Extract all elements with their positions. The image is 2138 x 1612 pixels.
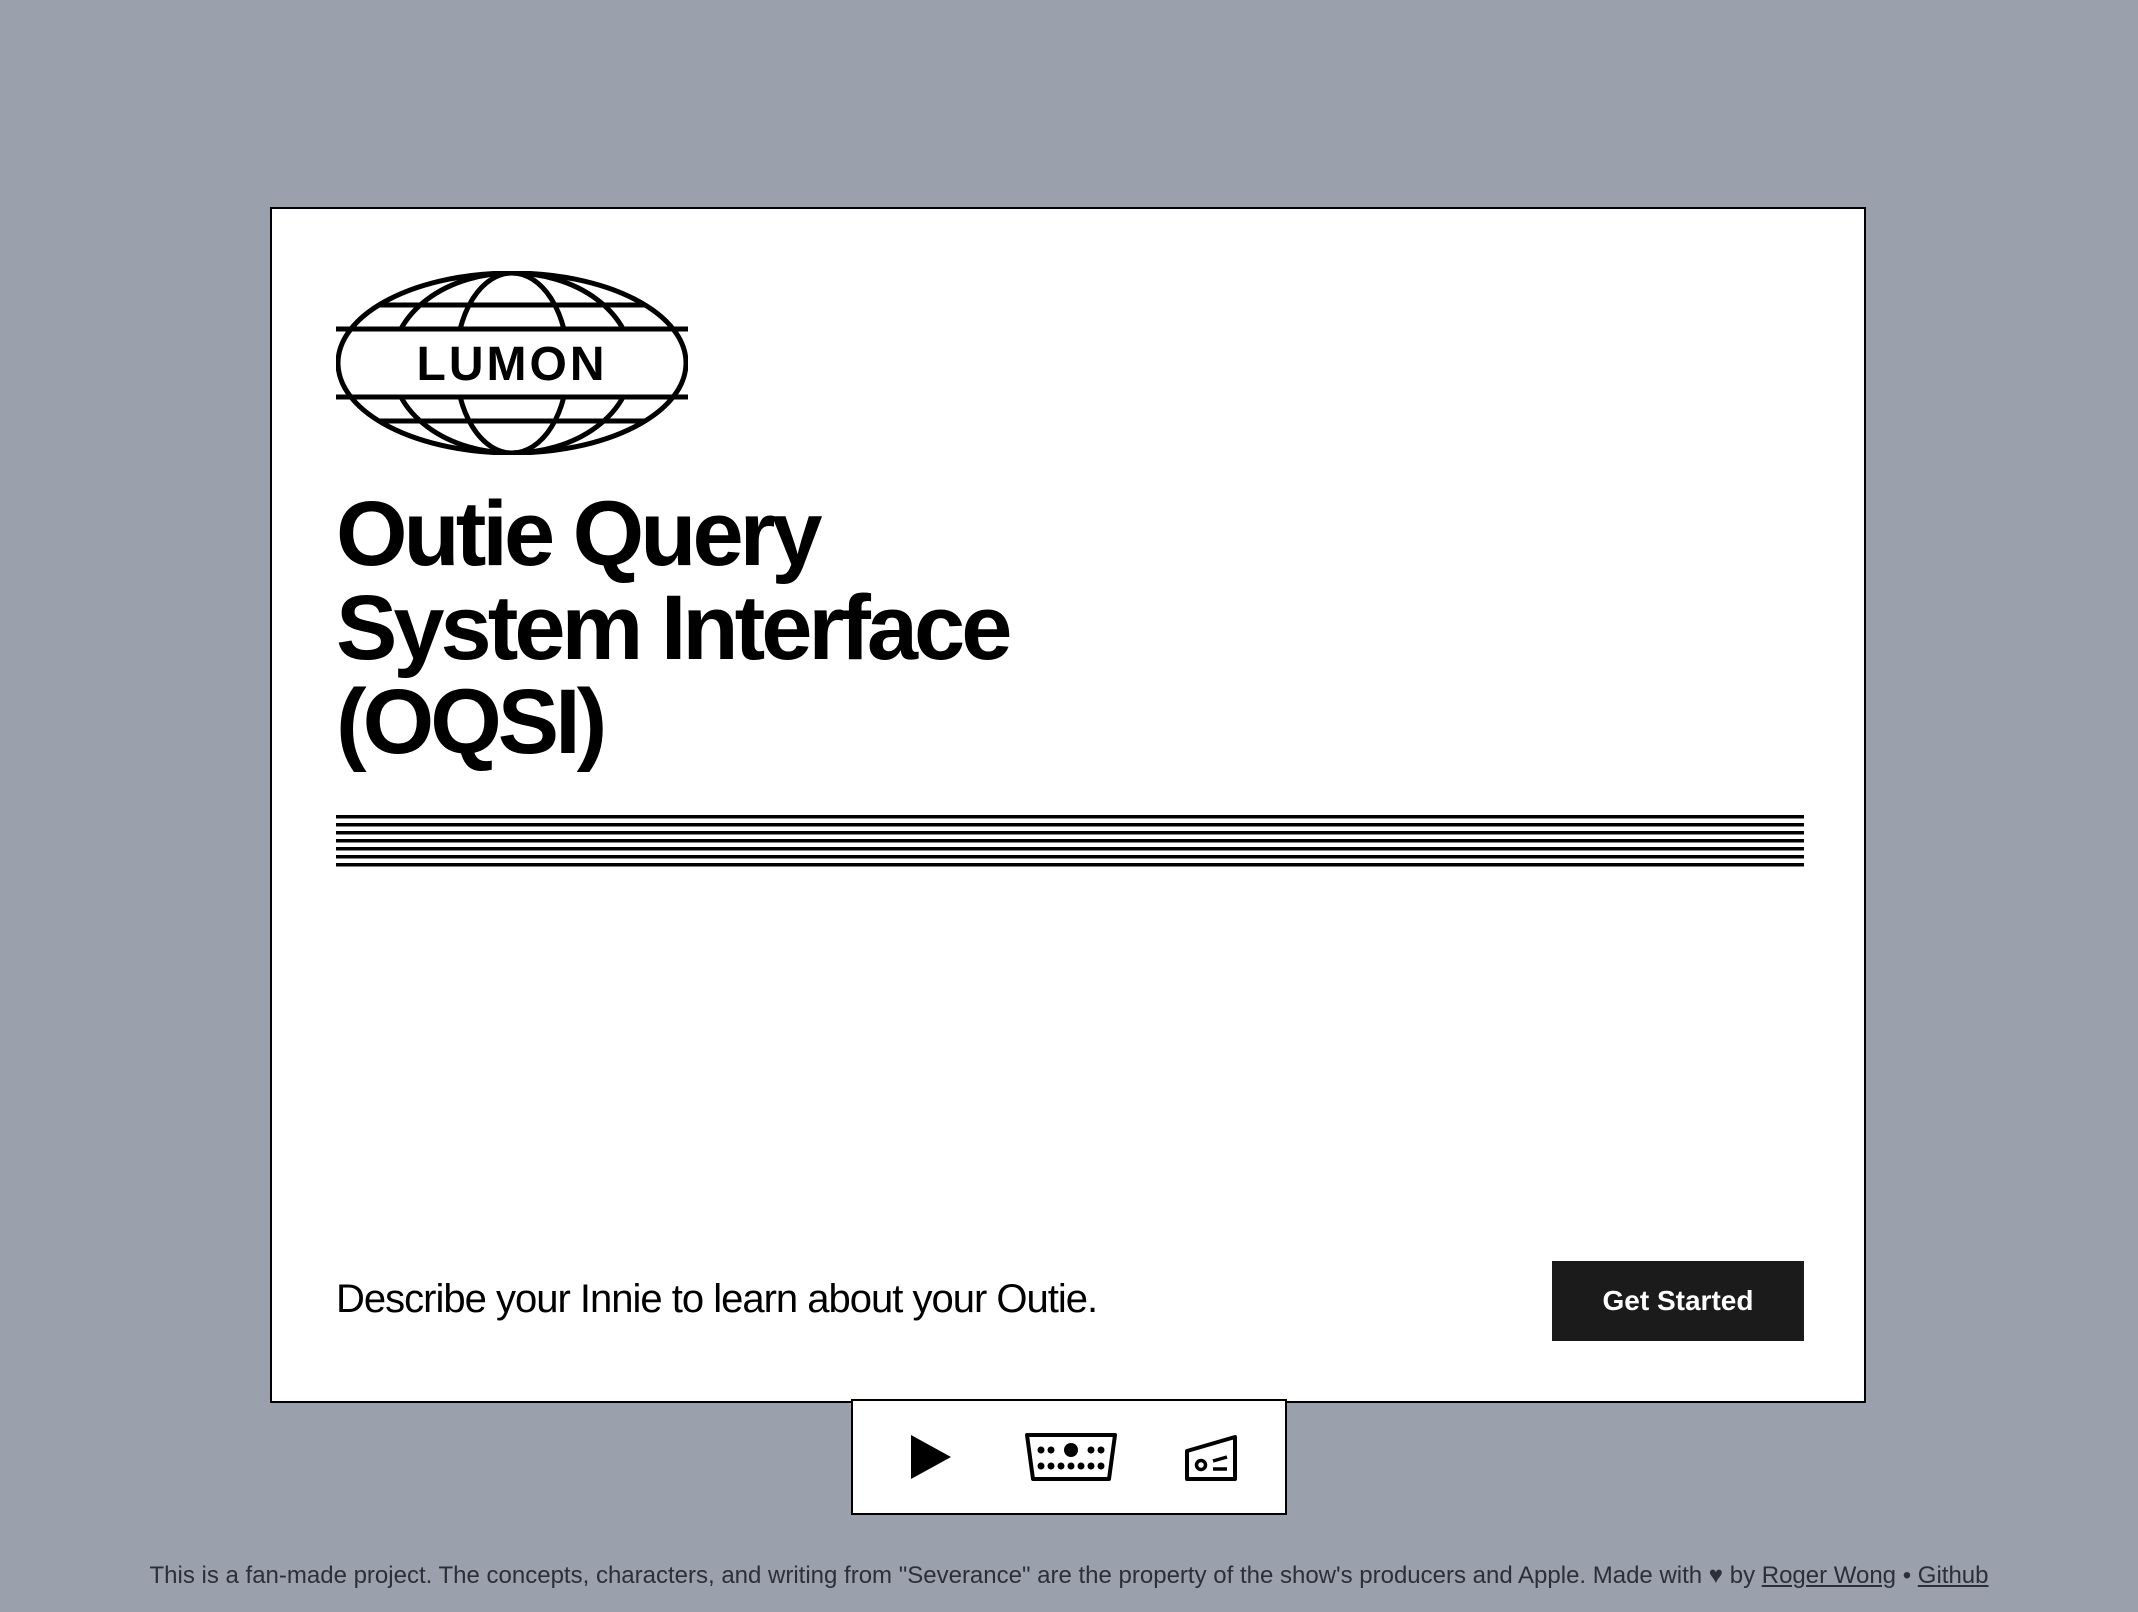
footer-text: This is a fan-made project. The concepts… <box>149 1562 1756 1589</box>
camera-icon[interactable] <box>1181 1421 1241 1493</box>
logo-wordmark: LUMON <box>417 338 608 391</box>
toolbar <box>851 1399 1287 1515</box>
decorative-rules <box>336 815 1804 867</box>
play-icon[interactable] <box>901 1421 961 1493</box>
footer: This is a fan-made project. The concepts… <box>0 1562 2138 1590</box>
tagline: Describe your Innie to learn about your … <box>336 1277 1098 1321</box>
main-card: LUMON Outie Query System Interface (OQSI… <box>270 207 1866 1403</box>
github-link[interactable]: Github <box>1918 1562 1989 1589</box>
get-started-button[interactable]: Get Started <box>1552 1261 1804 1341</box>
footer-separator: • <box>1902 1562 1912 1589</box>
keyboard-icon[interactable] <box>1021 1421 1121 1493</box>
page-title: Outie Query System Interface (OQSI) <box>336 483 1012 773</box>
lumon-logo: LUMON <box>336 271 688 455</box>
author-link[interactable]: Roger Wong <box>1762 1562 1896 1589</box>
